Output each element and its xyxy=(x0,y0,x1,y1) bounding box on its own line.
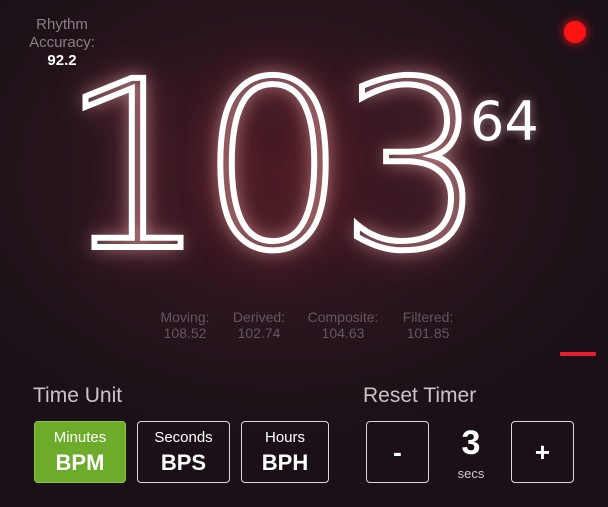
stat-moving-label: Moving: xyxy=(160,309,210,325)
reset-timer-title: Reset Timer xyxy=(363,384,477,407)
unit-bpm-small-label: Minutes xyxy=(53,429,107,446)
stat-filtered-value: 101.85 xyxy=(406,325,450,341)
stat-derived-value: 102.74 xyxy=(237,325,281,341)
plus-icon: + xyxy=(534,437,551,467)
timer-increase-button[interactable]: + xyxy=(511,421,574,483)
stat-moving: Moving: 108.52 xyxy=(154,309,216,341)
stat-derived: Derived: 102.74 xyxy=(230,309,288,341)
stat-composite-value: 104.63 xyxy=(321,325,365,341)
reset-timer-number: 3 xyxy=(461,424,481,462)
stat-moving-value: 108.52 xyxy=(163,325,207,341)
tempo-stats: Moving: 108.52 Derived: 102.74 Composite… xyxy=(154,309,472,341)
stat-composite-label: Composite: xyxy=(307,309,379,325)
tempo-screen: Rhythm Accuracy: 92.2 103 64 Moving: 108… xyxy=(0,0,608,507)
reset-timer-value: 3 secs xyxy=(440,424,502,481)
unit-bps-big-label: BPS xyxy=(160,450,207,475)
stat-derived-label: Derived: xyxy=(232,309,286,325)
time-unit-title: Time Unit xyxy=(33,384,123,407)
unit-bph-big-label: BPH xyxy=(261,450,309,475)
unit-bpm-big-label: BPM xyxy=(55,450,105,475)
signal-indicator-bar xyxy=(560,352,596,356)
record-dot-icon[interactable] xyxy=(564,21,586,43)
stat-filtered-label: Filtered: xyxy=(402,309,454,325)
unit-bpm-button[interactable]: Minutes BPM xyxy=(34,421,126,483)
bpm-secondary-readout: 64 xyxy=(470,90,539,153)
timer-decrease-button[interactable]: - xyxy=(366,421,429,483)
unit-bph-small-label: Hours xyxy=(264,429,305,446)
stat-composite: Composite: 104.63 xyxy=(302,309,384,341)
stat-filtered: Filtered: 101.85 xyxy=(398,309,458,341)
unit-bph-button[interactable]: Hours BPH xyxy=(241,421,329,483)
minus-icon: - xyxy=(393,437,402,467)
unit-bps-button[interactable]: Seconds BPS xyxy=(137,421,230,483)
reset-timer-unit: secs xyxy=(457,466,485,481)
bpm-main-readout[interactable]: 103 xyxy=(57,48,490,286)
unit-bps-small-label: Seconds xyxy=(154,429,213,446)
